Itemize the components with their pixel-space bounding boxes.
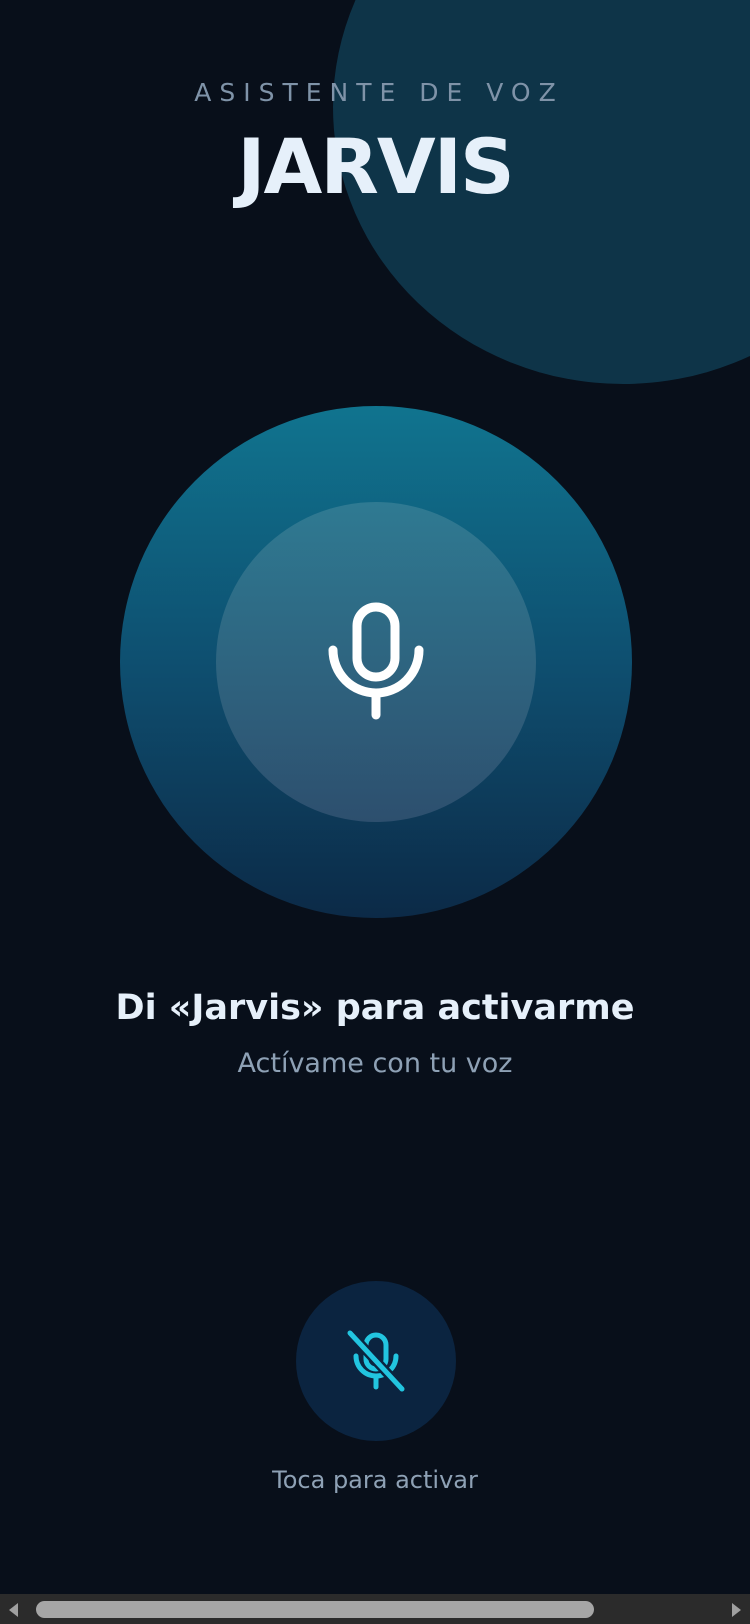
voice-orb[interactable] <box>120 406 632 918</box>
horizontal-scrollbar[interactable] <box>0 1594 750 1624</box>
microphone-icon <box>328 602 424 720</box>
scroll-right-arrow-icon[interactable] <box>732 1603 741 1617</box>
scrollbar-thumb[interactable] <box>36 1601 594 1618</box>
activate-button[interactable] <box>296 1281 456 1441</box>
activate-label: Toca para activar <box>272 1466 478 1494</box>
wake-word-prompt: Di «Jarvis» para activarme <box>115 988 635 1028</box>
voice-orb-core <box>216 502 536 822</box>
app-title: JARVIS <box>237 122 514 211</box>
scroll-left-arrow-icon[interactable] <box>9 1603 18 1617</box>
microphone-off-icon <box>345 1329 407 1393</box>
wake-word-hint: Actívame con tu voz <box>237 1048 513 1079</box>
app-eyebrow: ASISTENTE DE VOZ <box>194 78 564 107</box>
voice-assistant-screen: ASISTENTE DE VOZ JARVIS Di «Jarvis» para… <box>0 0 750 1594</box>
